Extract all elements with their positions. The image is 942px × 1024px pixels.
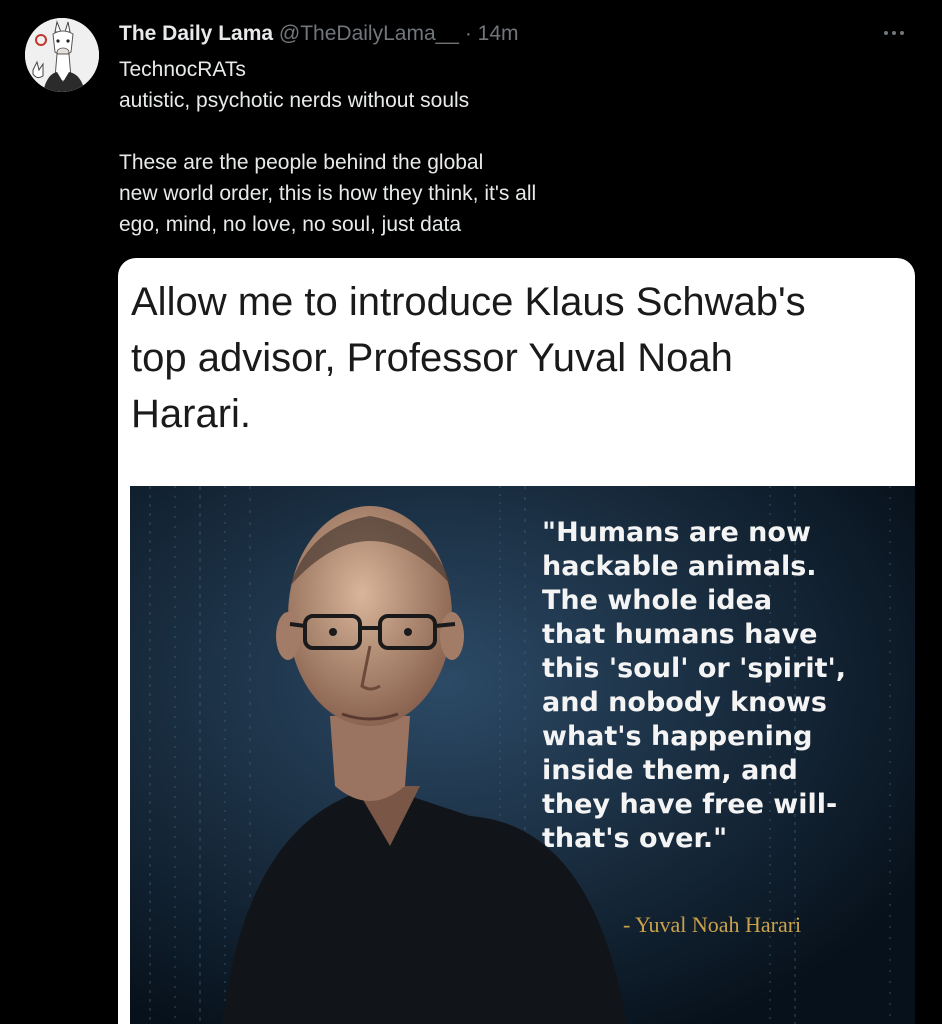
quote-line: they have free will- [542,789,838,820]
tweet-text-line: autistic, psychotic nerds without souls [119,89,470,112]
tweet-media-image[interactable]: Allow me to introduce Klaus Schwab's top… [118,258,915,1024]
quote-line: The whole idea [542,585,773,616]
quote-line: hackable animals. [542,551,817,582]
more-options-icon-dot [892,31,896,35]
quote-line: what's happening [542,721,813,752]
more-options-button[interactable] [876,20,912,46]
quote-line: and nobody knows [542,687,827,718]
tweet-text: TechnocRATs autistic, psychotic nerds wi… [119,54,639,240]
separator-dot: · [464,22,472,45]
tweet[interactable]: The Daily Lama @TheDailyLama__ · 14m Tec… [0,0,942,1024]
quote-line: this 'soul' or 'spirit', [542,653,847,684]
avatar[interactable] [25,18,99,92]
display-name[interactable]: The Daily Lama [119,22,273,45]
quote-line: inside them, and [542,755,798,786]
tweet-text-line: ego, mind, no love, no soul, just data [119,213,462,236]
more-options-icon [884,31,888,35]
timestamp[interactable]: 14m [478,22,519,45]
tweet-header: The Daily Lama @TheDailyLama__ · 14m [119,21,519,47]
quote-line: "Humans are now [542,517,811,548]
tweet-text-line: TechnocRATs [119,58,246,81]
media-headline: Allow me to introduce Klaus Schwab's top… [131,280,806,436]
tweet-text-line: new world order, this is how they think,… [119,182,537,205]
quote-line: that humans have [542,619,818,650]
tweet-text-line: These are the people behind the global [119,151,484,174]
quote-line: that's over." [542,823,728,854]
more-options-icon-dot [900,31,904,35]
quote-poster: "Humans are now hackable animals. The wh… [130,486,915,1024]
quote-text: "Humans are now hackable animals. The wh… [542,516,902,856]
quote-attribution: - Yuval Noah Harari [623,912,802,937]
user-handle[interactable]: @TheDailyLama__ [279,22,459,45]
llama-icon [25,18,99,92]
